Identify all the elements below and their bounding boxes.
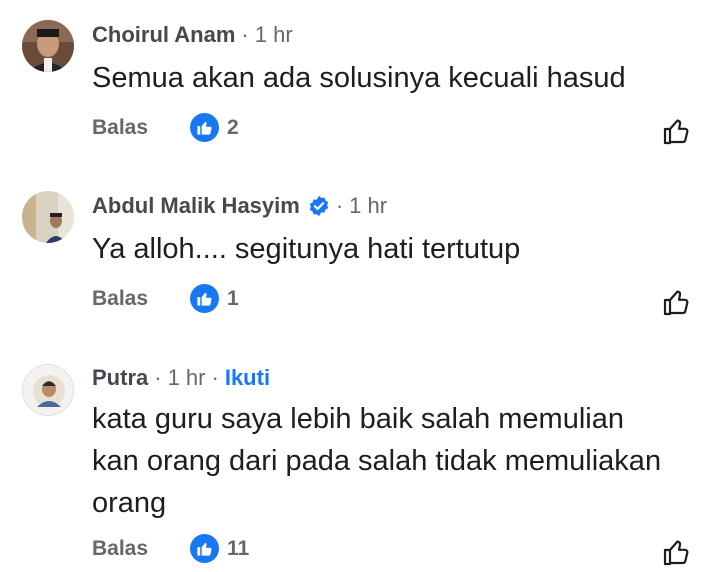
like-count: 2: [227, 115, 239, 139]
comment-text-line: kata guru saya lebih baik salah memulian: [92, 403, 624, 435]
separator: ·: [154, 365, 162, 390]
like-count: 1: [227, 286, 239, 310]
comment-meta: Putra · 1 hr · Ikuti: [92, 365, 270, 391]
timestamp[interactable]: 1 hr: [255, 22, 293, 48]
thumbs-up-reaction-icon: [190, 534, 219, 563]
author-name[interactable]: Putra: [92, 365, 148, 391]
avatar[interactable]: [22, 191, 74, 243]
reaction-summary[interactable]: 1: [190, 284, 239, 313]
timestamp[interactable]: 1 hr: [349, 193, 387, 219]
thumbs-up-outline-icon[interactable]: [662, 116, 692, 146]
separator: ·: [335, 193, 344, 218]
avatar[interactable]: [22, 20, 74, 72]
timestamp[interactable]: 1 hr: [168, 365, 206, 391]
thumbs-up-outline-icon[interactable]: [662, 537, 692, 567]
author-name[interactable]: Choirul Anam: [92, 22, 235, 48]
reaction-summary[interactable]: 11: [190, 534, 249, 563]
comment-text-line: orang: [92, 487, 167, 519]
follow-button[interactable]: Ikuti: [225, 365, 270, 391]
reply-button[interactable]: Balas: [92, 116, 148, 140]
comment-meta: Abdul Malik Hasyim · 1 hr: [92, 193, 387, 219]
verified-badge-icon: [308, 195, 330, 217]
thumbs-up-outline-icon[interactable]: [662, 287, 692, 317]
reaction-summary[interactable]: 2: [190, 113, 239, 142]
avatar[interactable]: [22, 364, 74, 416]
comment-text: Ya alloh.... segitunya hati tertutup: [92, 233, 521, 265]
separator: ·: [211, 365, 219, 390]
reply-button[interactable]: Balas: [92, 537, 148, 561]
comment-text: Semua akan ada solusinya kecuali hasud: [92, 62, 626, 94]
thumbs-up-reaction-icon: [190, 284, 219, 313]
comment-text: kata guru saya lebih baik salah memulian…: [92, 398, 661, 524]
author-name[interactable]: Abdul Malik Hasyim: [92, 193, 300, 219]
reply-button[interactable]: Balas: [92, 287, 148, 311]
comment-meta: Choirul Anam · 1 hr: [92, 22, 293, 48]
separator: ·: [241, 22, 249, 47]
thumbs-up-reaction-icon: [190, 113, 219, 142]
comment-text-line: kan orang dari pada salah tidak memuliak…: [92, 445, 662, 477]
like-count: 11: [227, 536, 250, 560]
